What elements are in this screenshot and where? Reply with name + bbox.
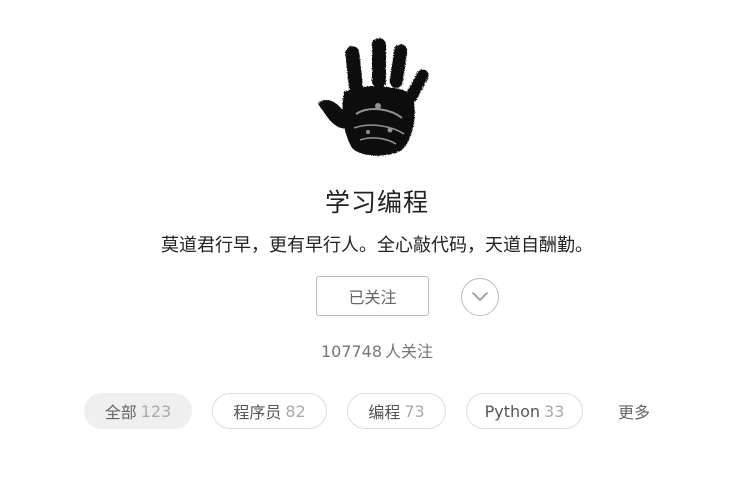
tag-label: 全部 <box>104 403 137 422</box>
follow-button[interactable]: 已关注 <box>316 276 429 316</box>
follower-number: 107748 <box>320 342 383 361</box>
follower-label: 人关注 <box>385 342 434 361</box>
hand-print-icon <box>310 34 434 160</box>
more-tags-link[interactable]: 更多 <box>606 393 662 429</box>
tag-label: 编程 <box>368 403 401 422</box>
chevron-down-icon <box>472 292 488 301</box>
expand-button[interactable] <box>461 278 499 316</box>
tag-count: 82 <box>285 401 306 421</box>
tag-programmer[interactable]: 程序员 82 <box>212 393 327 429</box>
topic-title: 学习编程 <box>324 188 429 217</box>
tag-label: Python <box>484 401 541 421</box>
tag-count: 123 <box>140 401 172 421</box>
topic-description: 莫道君行早，更有早行人。全心敲代码，天道自酬勤。 <box>161 235 593 256</box>
tag-python[interactable]: Python 33 <box>466 393 583 429</box>
tag-label: 程序员 <box>233 403 282 422</box>
tag-count: 33 <box>544 401 565 421</box>
tag-all[interactable]: 全部 123 <box>84 393 192 429</box>
tag-count: 73 <box>404 401 425 421</box>
tag-programming[interactable]: 编程 73 <box>347 393 446 429</box>
topic-page: 学习编程 莫道君行早，更有早行人。全心敲代码，天道自酬勤。 已关注 107748… <box>0 0 754 479</box>
follower-count: 107748 人关注 <box>0 338 754 362</box>
